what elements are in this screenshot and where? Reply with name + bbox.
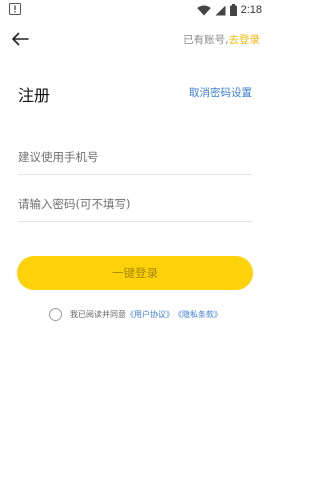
wifi-icon (196, 5, 211, 15)
phone-field (18, 139, 252, 175)
has-account-text: 已有账号, (183, 34, 229, 46)
signal-icon (215, 5, 226, 15)
alert-icon (9, 3, 21, 15)
agreement-checkbox[interactable] (49, 307, 62, 321)
privacy-policy-link[interactable]: 《隐私条款》 (174, 309, 222, 320)
one-click-login-button[interactable]: 一键登录 (17, 256, 253, 290)
cancel-password-link[interactable]: 取消密码设置 (189, 85, 252, 100)
status-time: 2:18 (240, 4, 262, 16)
password-input[interactable] (18, 186, 252, 221)
status-bar: 2:18 (0, 0, 270, 20)
page-title: 注册 (18, 86, 51, 105)
user-agreement-link[interactable]: 《用户协议》 (126, 309, 174, 320)
agreement-text: 我已阅读并同意 (70, 309, 126, 319)
agreement-row: 我已阅读并同意 《用户协议》 《隐私条款》 (49, 306, 222, 322)
arrow-left-icon[interactable] (10, 30, 30, 48)
status-icons: 2:18 (196, 2, 262, 18)
login-prompt: 已有账号,去登录 (183, 32, 260, 47)
password-field (18, 186, 252, 222)
battery-icon (229, 4, 237, 16)
phone-input[interactable] (18, 139, 252, 174)
go-login-link[interactable]: 去登录 (229, 34, 261, 46)
nav-bar: 已有账号,去登录 (0, 26, 270, 52)
